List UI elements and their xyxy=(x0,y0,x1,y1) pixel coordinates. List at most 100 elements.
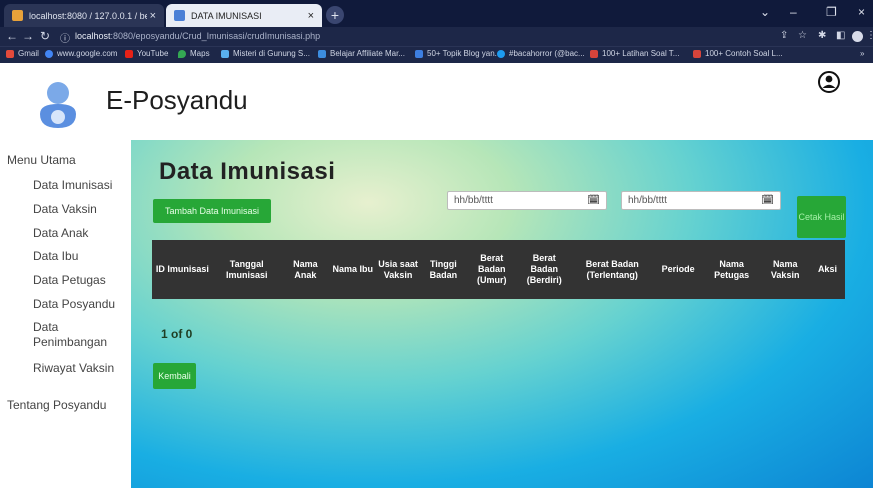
close-window-icon[interactable]: × xyxy=(858,5,865,19)
bookmark-label: Gmail xyxy=(18,49,39,58)
bookmark-favicon-icon xyxy=(590,49,598,58)
back-button[interactable]: Kembali xyxy=(153,363,196,389)
bookmark-favicon-icon xyxy=(693,49,701,58)
bookmark-label: www.google.com xyxy=(57,49,118,58)
column-header: Tanggal Imunisasi xyxy=(212,240,281,299)
column-header: ID Imunisasi xyxy=(152,240,213,299)
imunisasi-table: ID Imunisasi Tanggal Imunisasi Nama Anak… xyxy=(152,240,845,299)
column-header: Periode xyxy=(653,240,703,299)
sidebar: Menu Utama Data Imunisasi Data Vaksin Da… xyxy=(0,140,131,488)
column-header: Berat Badan (Terlentang) xyxy=(571,240,654,299)
browser-tab-phpmyadmin[interactable]: localhost:8080 / 127.0.0.1 / beas × xyxy=(4,4,164,27)
sidebar-item-data-posyandu[interactable]: Data Posyandu xyxy=(33,297,115,312)
bookmark-contoh-soal[interactable]: 100+ Contoh Soal L... xyxy=(693,49,783,58)
add-imunisasi-button[interactable]: Tambah Data Imunisasi xyxy=(153,199,271,223)
column-header: Nama Vaksin xyxy=(760,240,810,299)
maximize-icon[interactable]: ❐ xyxy=(826,5,837,19)
profile-avatar-icon[interactable] xyxy=(852,31,863,42)
date-to-placeholder: hh/bb/tttt xyxy=(628,195,667,206)
posyandu-logo-icon xyxy=(40,82,76,128)
browser-tab-data-imunisasi[interactable]: DATA IMUNISASI × xyxy=(166,4,322,27)
bookmark-topik-blog[interactable]: 50+ Topik Blog yan... xyxy=(415,49,501,58)
bookmark-label: 100+ Contoh Soal L... xyxy=(705,49,783,58)
bookmark-affiliate[interactable]: Belajar Affiliate Mar... xyxy=(318,49,405,58)
bookmark-favicon-icon xyxy=(415,49,423,58)
sidebar-heading-menu-utama[interactable]: Menu Utama xyxy=(7,153,76,168)
bookmark-label: Maps xyxy=(190,49,210,58)
bookmark-latihan-soal[interactable]: 100+ Latihan Soal T... xyxy=(590,49,679,58)
column-header: Aksi xyxy=(809,240,845,299)
table-header-row: ID Imunisasi Tanggal Imunisasi Nama Anak… xyxy=(152,240,845,299)
column-header: Berat Badan (Berdiri) xyxy=(517,240,572,299)
minimize-icon[interactable]: – xyxy=(790,5,797,19)
sidebar-item-data-imunisasi[interactable]: Data Imunisasi xyxy=(33,178,112,193)
bookmark-label: 100+ Latihan Soal T... xyxy=(602,49,680,58)
maps-pin-icon xyxy=(178,49,186,58)
bookmark-label: Belajar Affiliate Mar... xyxy=(330,49,405,58)
bookmark-google[interactable]: www.google.com xyxy=(45,49,117,58)
tab-label: DATA IMUNISASI xyxy=(191,10,262,21)
date-to-input[interactable]: hh/bb/tttt 🗓 xyxy=(621,191,781,210)
bookmark-label: Misteri di Gunung S... xyxy=(233,49,310,58)
bookmark-favicon-icon xyxy=(318,49,326,58)
sidebar-item-data-anak[interactable]: Data Anak xyxy=(33,226,88,241)
bookmark-label: YouTube xyxy=(137,49,169,58)
brand-name: E-Posyandu xyxy=(106,85,248,115)
bookmarks-bar: Gmail www.google.com YouTube Maps Mister… xyxy=(0,46,873,63)
column-header: Usia saat Vaksin xyxy=(375,240,421,299)
url-host: localhost xyxy=(75,31,111,41)
more-bookmarks-icon[interactable]: » xyxy=(860,49,864,58)
back-arrow-icon[interactable]: ← xyxy=(6,29,18,43)
sidebar-item-data-vaksin[interactable]: Data Vaksin xyxy=(33,202,97,217)
twitter-icon xyxy=(497,49,505,58)
column-header: Nama Petugas xyxy=(702,240,761,299)
close-tab-icon[interactable]: × xyxy=(308,10,314,22)
sidebar-item-tentang-posyandu[interactable]: Tentang Posyandu xyxy=(7,398,106,413)
sidebar-item-data-penimbangan[interactable]: Data Penimbangan xyxy=(33,320,113,350)
new-tab-button[interactable]: + xyxy=(326,6,344,24)
reload-icon[interactable]: ↻ xyxy=(40,29,50,43)
column-header: Berat Badan (Umur) xyxy=(466,240,518,299)
google-icon xyxy=(45,49,53,58)
sidepanel-icon[interactable]: ◧ xyxy=(836,30,845,41)
tab-search-icon[interactable]: ⌄ xyxy=(760,5,770,19)
bookmark-bacahorror[interactable]: #bacahorror (@bac... xyxy=(497,49,585,58)
app-favicon-icon xyxy=(174,10,185,21)
browser-tab-bar: localhost:8080 / 127.0.0.1 / beas × DATA… xyxy=(0,0,873,27)
site-info-icon[interactable]: ⓘ xyxy=(60,30,70,45)
pagination-info: 1 of 0 xyxy=(161,327,193,341)
calendar-icon[interactable]: 🗓 xyxy=(587,195,600,206)
forward-arrow-icon[interactable]: → xyxy=(22,29,34,43)
bookmark-label: #bacahorror (@bac... xyxy=(509,49,585,58)
bookmark-gmail[interactable]: Gmail xyxy=(6,49,39,58)
column-header: Nama Anak xyxy=(280,240,331,299)
app-header: E-Posyandu xyxy=(0,63,873,140)
column-header: Nama Ibu xyxy=(330,240,376,299)
extensions-icon[interactable]: ✱ xyxy=(818,30,826,41)
sidebar-item-riwayat-vaksin[interactable]: Riwayat Vaksin xyxy=(33,361,114,376)
gmail-icon xyxy=(6,49,14,58)
url-path: :8080/eposyandu/Crud_Imunisasi/crudImuni… xyxy=(110,31,321,41)
sidebar-item-data-petugas[interactable]: Data Petugas xyxy=(33,273,106,288)
bookmark-misteri[interactable]: Misteri di Gunung S... xyxy=(221,49,310,58)
user-account-icon[interactable] xyxy=(818,71,840,93)
main-content: Data Imunisasi Tambah Data Imunisasi hh/… xyxy=(131,140,873,488)
bookmark-maps[interactable]: Maps xyxy=(178,49,210,58)
menu-kebab-icon[interactable]: ⋮ xyxy=(866,30,873,41)
bookmark-star-icon[interactable]: ☆ xyxy=(798,30,807,41)
print-results-button[interactable]: Cetak Hasil xyxy=(797,196,846,238)
youtube-icon xyxy=(125,49,133,58)
tab-label: localhost:8080 / 127.0.0.1 / beas xyxy=(29,10,147,21)
bookmark-favicon-icon xyxy=(221,49,229,58)
url-input[interactable]: localhost:8080/eposyandu/Crud_Imunisasi/… xyxy=(75,29,775,44)
share-icon[interactable]: ⇪ xyxy=(780,30,788,41)
close-tab-icon[interactable]: × xyxy=(150,10,156,22)
bookmark-label: 50+ Topik Blog yan... xyxy=(427,49,502,58)
calendar-icon[interactable]: 🗓 xyxy=(761,195,774,206)
date-from-placeholder: hh/bb/tttt xyxy=(454,195,493,206)
sidebar-item-data-ibu[interactable]: Data Ibu xyxy=(33,249,78,264)
column-header: Tinggi Badan xyxy=(420,240,467,299)
bookmark-youtube[interactable]: YouTube xyxy=(125,49,168,58)
phpmyadmin-favicon-icon xyxy=(12,10,23,21)
date-from-input[interactable]: hh/bb/tttt 🗓 xyxy=(447,191,607,210)
